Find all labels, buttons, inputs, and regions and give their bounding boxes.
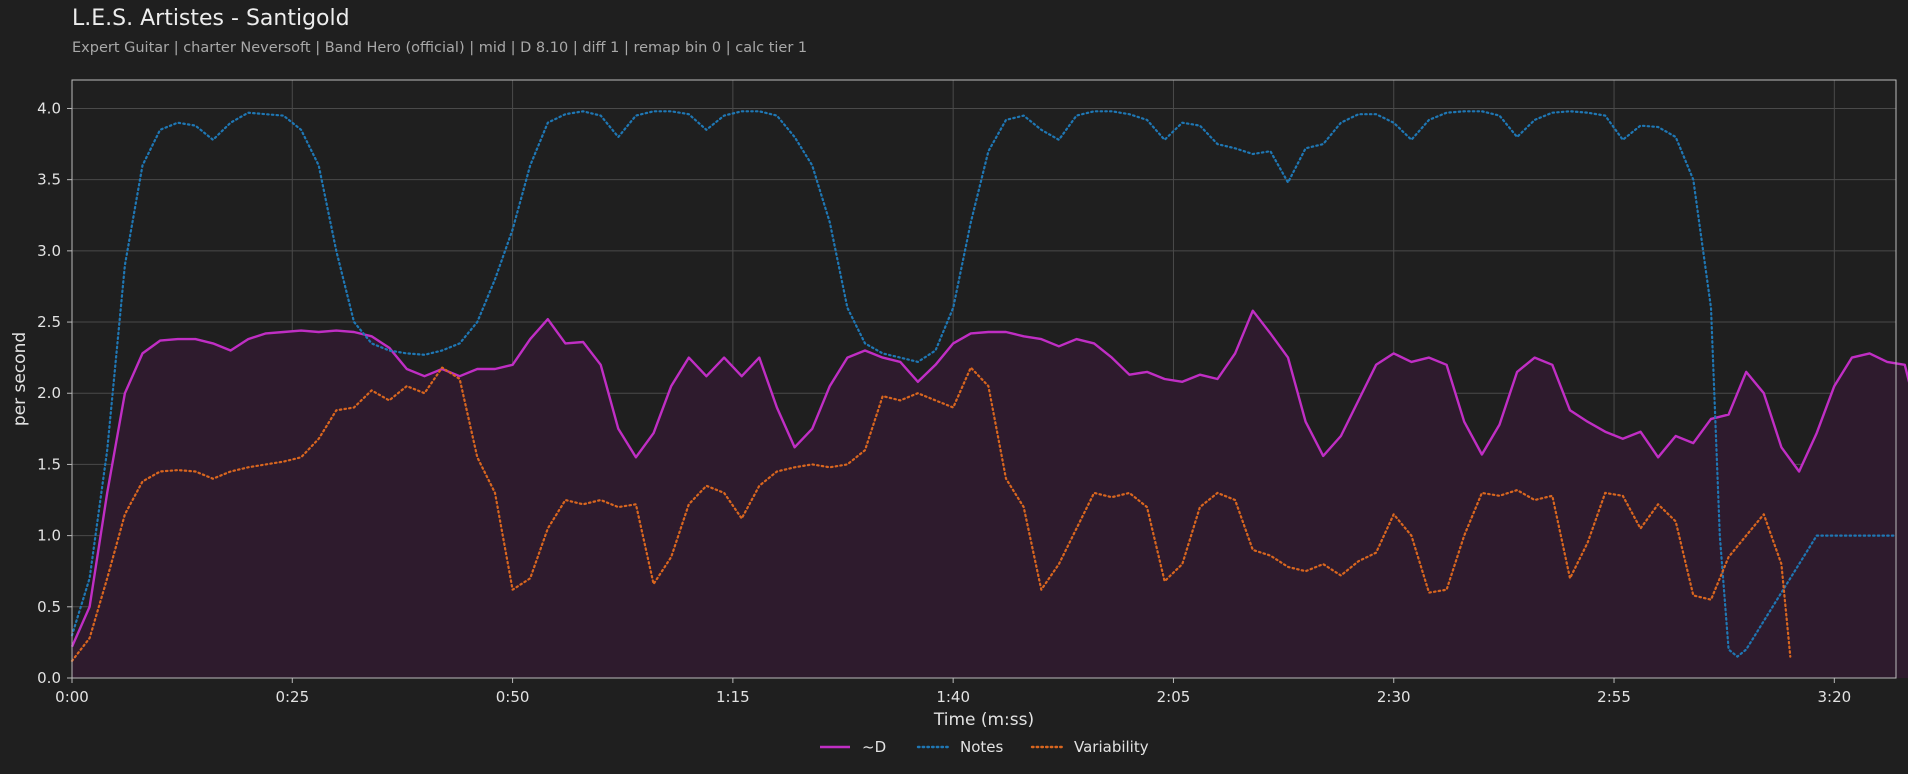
x-tick-label: 2:05 bbox=[1157, 688, 1191, 706]
legend: ~D Notes Variability bbox=[820, 738, 1149, 756]
y-tick-label: 1.5 bbox=[37, 455, 61, 473]
chart-page: L.E.S. Artistes - Santigold Expert Guita… bbox=[0, 0, 1908, 774]
x-tick-label: 1:40 bbox=[936, 688, 970, 706]
chart-svg: 0.0 0.5 1.0 1.5 2.0 2.5 3.0 3.5 4.0 0:00 0:25 0:50 1… bbox=[10, 79, 1908, 756]
series-d-area bbox=[72, 310, 1908, 678]
x-tick-label: 0:25 bbox=[275, 688, 309, 706]
legend-label: Notes bbox=[960, 738, 1004, 756]
y-tick-label: 0.5 bbox=[37, 598, 61, 616]
y-tick-label: 3.0 bbox=[37, 242, 61, 260]
y-tick-label: 4.0 bbox=[37, 99, 61, 117]
y-tick-label: 3.5 bbox=[37, 171, 61, 189]
x-tick-label: 1:15 bbox=[716, 688, 750, 706]
x-tick-label: 2:30 bbox=[1377, 688, 1411, 706]
y-tick-label: 2.5 bbox=[37, 313, 61, 331]
y-tick-label: 1.0 bbox=[37, 527, 61, 545]
y-tick-label: 2.0 bbox=[37, 384, 61, 402]
x-tick-label: 0:50 bbox=[496, 688, 530, 706]
legend-label: Variability bbox=[1074, 738, 1149, 756]
x-axis-label: Time (m:ss) bbox=[933, 710, 1034, 730]
series-layer bbox=[70, 110, 1908, 678]
x-tick-label: 2:55 bbox=[1597, 688, 1631, 706]
x-tick-label: 0:00 bbox=[55, 688, 89, 706]
legend-label: ~D bbox=[862, 738, 886, 756]
y-axis-label: per second bbox=[10, 332, 30, 426]
y-tick-label: 0.0 bbox=[37, 669, 61, 687]
x-tick-label: 3:20 bbox=[1817, 688, 1851, 706]
